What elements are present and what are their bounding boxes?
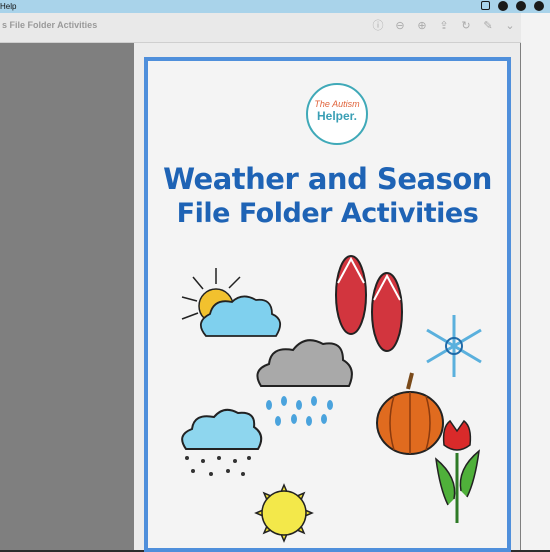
status-tray <box>481 1 544 11</box>
snow-cloud-icon <box>181 408 263 476</box>
flip-flops-icon <box>335 255 403 352</box>
info-icon[interactable]: ⓘ <box>372 20 384 32</box>
status-icon-4[interactable] <box>534 1 544 11</box>
menu-bar: Help <box>0 0 550 13</box>
page-border: The Autism Helper. Weather and Season Fi… <box>144 57 511 552</box>
chevron-down-icon[interactable]: ⌄ <box>504 20 516 32</box>
status-icon-2[interactable] <box>498 1 508 11</box>
snowflake-icon <box>426 315 482 377</box>
right-edge <box>521 13 550 550</box>
document-viewer[interactable]: The Autism Helper. Weather and Season Fi… <box>0 43 521 552</box>
sun-cloud-icon <box>181 268 282 337</box>
rain-cloud-icon <box>256 339 353 426</box>
markup-icon[interactable]: ✎ <box>482 20 494 32</box>
status-icon-1[interactable] <box>481 1 490 10</box>
pdf-page: The Autism Helper. Weather and Season Fi… <box>134 43 520 552</box>
window-toolbar: s File Folder Activities ⓘ ⊖ ⊕ ⇪ ↻ ✎ ⌄ ⧉… <box>0 13 536 43</box>
window-title: s File Folder Activities <box>2 20 98 30</box>
zoom-in-icon[interactable]: ⊕ <box>416 20 428 32</box>
weather-illustrations <box>181 255 482 543</box>
pumpkin-icon <box>376 372 444 455</box>
sun-icon <box>254 483 314 543</box>
status-icon-3[interactable] <box>516 1 526 11</box>
app-menu-name[interactable]: Help <box>0 2 16 11</box>
rotate-icon[interactable]: ↻ <box>460 20 472 32</box>
zoom-out-icon[interactable]: ⊖ <box>394 20 406 32</box>
share-icon[interactable]: ⇪ <box>438 20 450 32</box>
tulip-icon <box>435 419 480 523</box>
